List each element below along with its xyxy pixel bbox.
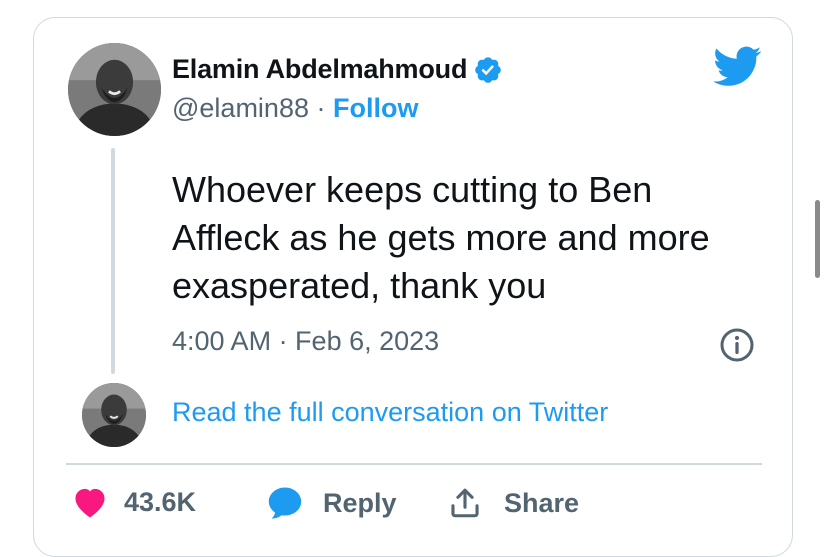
avatar-photo-icon — [82, 383, 146, 447]
author-handle-row: @elamin88 · Follow — [172, 93, 419, 124]
conversation-avatar[interactable] — [82, 383, 146, 447]
share-upload-icon — [451, 488, 479, 518]
read-conversation-link[interactable]: Read the full conversation on Twitter — [172, 397, 608, 428]
tweet-text-line: Whoever keeps cutting to Ben — [172, 169, 653, 210]
avatar-photo-icon — [68, 43, 161, 136]
twitter-bird-icon[interactable] — [712, 45, 762, 89]
divider — [66, 463, 762, 465]
tweet-text: Whoever keeps cutting to Ben Affleck as … — [172, 166, 772, 310]
author-handle[interactable]: @elamin88 — [172, 93, 309, 123]
author-avatar[interactable] — [68, 43, 161, 136]
tweet-text-line: Affleck as he gets more and more — [172, 217, 710, 258]
reply-label: Reply — [323, 487, 397, 518]
share-button[interactable]: Share — [448, 486, 579, 520]
scrollbar-thumb[interactable] — [815, 200, 820, 278]
author-name-row: Elamin Abdelmahmoud — [172, 54, 503, 85]
like-button[interactable]: 43.6K — [72, 486, 196, 518]
reply-button[interactable]: Reply — [266, 486, 397, 520]
verified-badge-icon — [475, 56, 502, 83]
heart-icon — [75, 488, 105, 518]
tweet-text-line: exasperated, thank you — [172, 265, 547, 306]
follow-button[interactable]: Follow — [333, 93, 418, 123]
author-name[interactable]: Elamin Abdelmahmoud — [172, 54, 467, 85]
share-label: Share — [504, 487, 580, 518]
tweet-timestamp[interactable]: 4:00 AM · Feb 6, 2023 — [172, 326, 439, 357]
reply-bubble-icon — [268, 487, 302, 519]
likes-count: 43.6K — [124, 486, 197, 517]
handle-separator: · — [316, 93, 326, 123]
thread-line — [111, 148, 115, 374]
info-icon[interactable] — [719, 327, 755, 363]
